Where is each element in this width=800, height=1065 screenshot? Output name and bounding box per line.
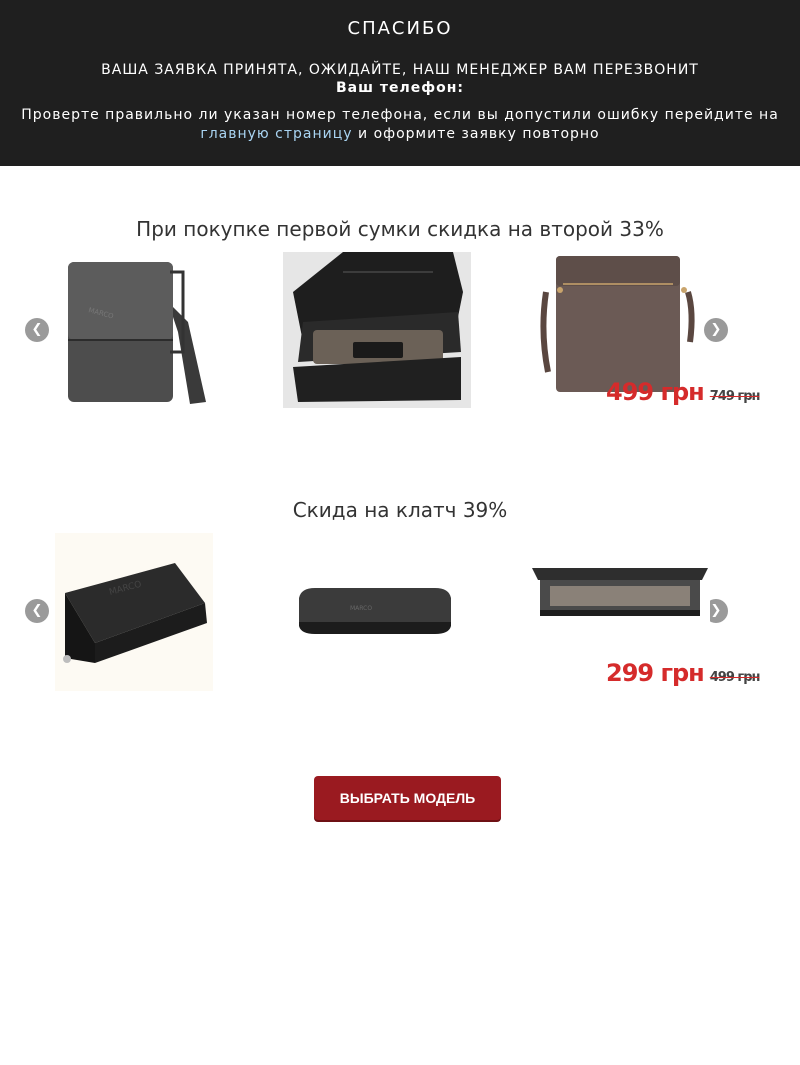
page-title: СПАСИБО bbox=[347, 18, 453, 39]
svg-text:MARCO: MARCO bbox=[350, 605, 372, 612]
chevron-right-icon: ❯ bbox=[710, 603, 722, 618]
choose-model-button[interactable]: ВЫБРАТЬ МОДЕЛЬ bbox=[314, 776, 501, 820]
notice-text: Проверте правильно ли указан номер телеф… bbox=[21, 107, 779, 123]
clutch-image-3[interactable] bbox=[530, 560, 710, 630]
home-page-link[interactable]: главную страницу bbox=[200, 126, 352, 142]
bag-image-1[interactable]: MARCO bbox=[58, 252, 218, 412]
bags-price: 499 грн 749 грн bbox=[606, 378, 761, 406]
clutch-section-title: Скида на клатч 39% bbox=[292, 498, 508, 522]
chevron-left-icon: ❮ bbox=[31, 603, 43, 618]
notice-tail: и оформите заявку повторно bbox=[358, 126, 600, 142]
clutch-price-new: 299 грн bbox=[606, 659, 705, 687]
confirmation-text: ВАША ЗАЯВКА ПРИНЯТА, ОЖИДАЙТЕ, НАШ МЕНЕД… bbox=[101, 62, 699, 78]
clutch-price-old: 499 грн bbox=[709, 670, 761, 685]
bags-price-new: 499 грн bbox=[606, 378, 705, 406]
bags-section-title: При покупке первой сумки скидка на второ… bbox=[136, 217, 664, 241]
bags-carousel-next-button[interactable]: ❯ bbox=[704, 318, 728, 342]
notice-text-2: главную страницу и оформите заявку повто… bbox=[0, 126, 800, 142]
bags-carousel-prev-button[interactable]: ❮ bbox=[25, 318, 49, 342]
thank-you-header: СПАСИБО ВАША ЗАЯВКА ПРИНЯТА, ОЖИДАЙТЕ, Н… bbox=[0, 0, 800, 166]
chevron-right-icon: ❯ bbox=[710, 322, 722, 337]
clutch-price: 299 грн 499 грн bbox=[606, 659, 761, 687]
clutch-carousel-prev-button[interactable]: ❮ bbox=[25, 599, 49, 623]
clutch-image-1[interactable]: MARCO bbox=[55, 533, 213, 691]
bag-image-2[interactable] bbox=[283, 252, 471, 408]
phone-label: Ваш телефон: bbox=[336, 80, 464, 96]
chevron-left-icon: ❮ bbox=[31, 322, 43, 337]
clutch-image-2[interactable]: MARCO bbox=[295, 578, 453, 638]
bags-price-old: 749 грн bbox=[709, 389, 761, 404]
